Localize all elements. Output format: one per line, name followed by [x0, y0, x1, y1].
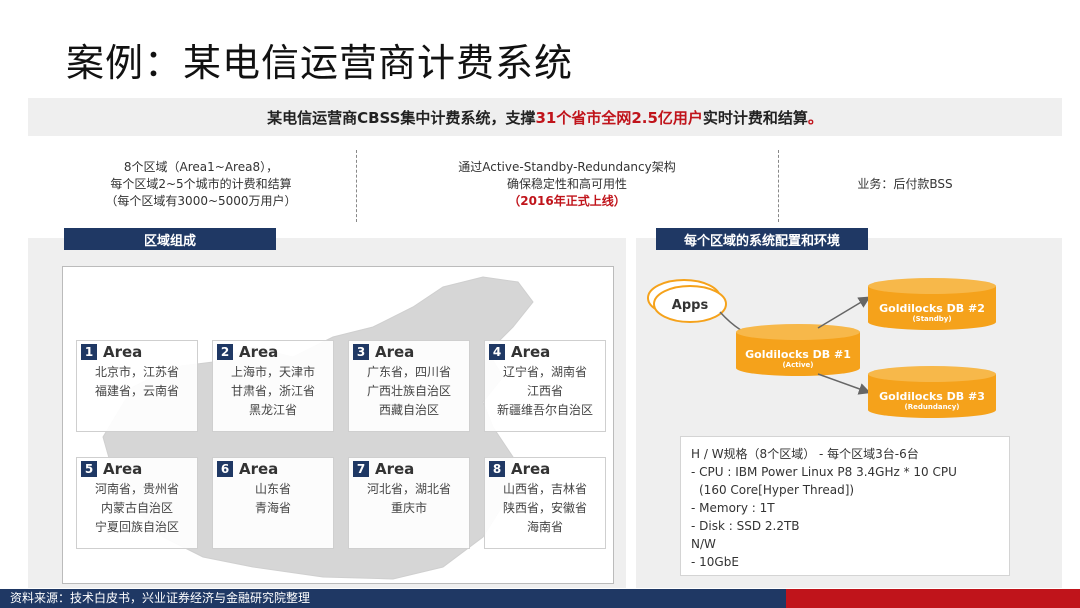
area-province: 青海省: [254, 501, 291, 515]
area-province: 河南省，贵州省: [94, 482, 179, 496]
banner-text-1: 某电信运营商CBSS集中计费系统，支撑: [267, 108, 536, 127]
area-number: 5: [81, 461, 97, 477]
area-province: 甘肃省，浙江省: [230, 384, 315, 398]
area-province: 内蒙古自治区: [100, 501, 173, 515]
area-province: 山西省，吉林省: [502, 482, 587, 496]
spec-line: - Memory : 1T: [691, 501, 775, 515]
area-province: 海南省: [526, 520, 563, 534]
area-card-5: 5 Area 河南省，贵州省 内蒙古自治区 宁夏回族自治区: [76, 457, 198, 549]
area-number: 6: [217, 461, 233, 477]
area-province: 广西壮族自治区: [366, 384, 451, 398]
area-label: Area: [511, 343, 551, 361]
area-province: 福建省，云南省: [94, 384, 179, 398]
spec-line: (160 Core[Hyper Thread]): [699, 483, 855, 497]
source-note: 资料来源：技术白皮书，兴业证券经济与金融研究院整理: [10, 591, 311, 605]
spec-line: - Disk : SSD 2.2TB: [691, 519, 800, 533]
info-business: 业务：后付款BSS: [740, 148, 1070, 220]
area-card-4: 4 Area 辽宁省，湖南省 江西省新疆维吾尔自治区: [484, 340, 606, 432]
area-province: 广东省，四川省: [366, 365, 451, 379]
replication-arrow: [817, 296, 871, 329]
area-card-1: 1 Area 北京市，江苏省 福建省，云南省: [76, 340, 198, 432]
apps-label: Apps: [672, 298, 709, 313]
area-province: 辽宁省，湖南省: [502, 365, 587, 379]
area-province: 上海市，天津市: [230, 365, 315, 379]
banner-text-2: 实时计费和结算: [702, 108, 808, 127]
hardware-spec-box: H / W规格（8个区域） - 每个区域3台-6台 - CPU : IBM Po…: [680, 436, 1010, 576]
spec-line: - CPU : IBM Power Linux P8 3.4GHz * 10 C…: [691, 465, 957, 479]
area-province: 重庆市: [390, 501, 427, 515]
area-number: 4: [489, 344, 505, 360]
info-architecture: 通过Active-Standby-Redundancy架构 确保稳定性和高可用性…: [402, 148, 732, 220]
info-launch-year: （2016年正式上线）: [508, 193, 626, 208]
banner-highlight: 31个省市全网2.5亿用户: [535, 108, 703, 127]
area-number: 2: [217, 344, 233, 360]
info-line: 每个区域2~5个城市的计费和结算: [110, 176, 292, 191]
db-redundancy-node: Goldilocks DB #3 (Redundancy): [868, 366, 996, 418]
area-province: 河北省，湖北省: [366, 482, 451, 496]
area-province: 陕西省，安徽省: [502, 501, 587, 515]
ha-architecture-diagram: Apps Goldilocks DB #1 (Active) Goldilock…: [647, 278, 996, 418]
area-label: Area: [511, 460, 551, 478]
banner-period: 。: [807, 108, 823, 127]
area-number: 7: [353, 461, 369, 477]
info-line: 8个区域（Area1~Area8），: [123, 159, 279, 174]
spec-line: N/W: [691, 537, 716, 551]
area-number: 3: [353, 344, 369, 360]
db1-sublabel: (Active): [782, 361, 813, 369]
db-standby-node: Goldilocks DB #2 (Standby): [868, 278, 996, 330]
info-line: 确保稳定性和高可用性: [506, 176, 627, 191]
db1-label: Goldilocks DB #1: [745, 348, 851, 361]
area-province: 新疆维吾尔自治区: [496, 403, 593, 417]
area-number: 8: [489, 461, 505, 477]
area-number: 1: [81, 344, 97, 360]
replication-arrow: [817, 373, 871, 395]
area-card-8: 8 Area 山西省，吉林省 陕西省，安徽省 海南省: [484, 457, 606, 549]
spec-line: H / W规格（8个区域） - 每个区域3台-6台: [691, 447, 919, 461]
area-province: 北京市，江苏省: [94, 365, 179, 379]
area-card-2: 2 Area 上海市，天津市 甘肃省，浙江省 黑龙江省: [212, 340, 334, 432]
db2-label: Goldilocks DB #2: [879, 302, 985, 315]
area-card-7: 7 Area 河北省，湖北省 重庆市: [348, 457, 470, 549]
area-card-6: 6 Area 山东省青海省: [212, 457, 334, 549]
area-province: 山东省: [254, 482, 291, 496]
db-active-node: Goldilocks DB #1 (Active): [736, 324, 860, 376]
apps-node: Apps: [647, 279, 727, 323]
info-line: 通过Active-Standby-Redundancy架构: [458, 159, 676, 174]
section-header-regions: 区域组成: [64, 228, 276, 250]
area-label: Area: [103, 343, 143, 361]
db3-sublabel: (Redundancy): [905, 403, 960, 411]
area-province: 宁夏回族自治区: [94, 520, 179, 534]
area-province: 西藏自治区: [378, 403, 439, 417]
area-label: Area: [239, 460, 279, 478]
page-title: 案例：某电信运营商计费系统: [66, 41, 574, 85]
db2-sublabel: (Standby): [912, 315, 951, 323]
divider: [356, 150, 357, 222]
db3-label: Goldilocks DB #3: [879, 390, 985, 403]
spec-line: - 10GbE: [691, 555, 739, 569]
area-label: Area: [375, 343, 415, 361]
area-label: Area: [239, 343, 279, 361]
area-label: Area: [375, 460, 415, 478]
area-province: 江西省: [526, 384, 563, 398]
area-card-3: 3 Area 广东省，四川省 广西壮族自治区 西藏自治区: [348, 340, 470, 432]
info-regions: 8个区域（Area1~Area8）， 每个区域2~5个城市的计费和结算 （每个区…: [36, 148, 366, 220]
footer-accent: [786, 589, 1080, 608]
info-line: 业务：后付款BSS: [857, 176, 953, 191]
info-line: （每个区域有3000~5000万用户）: [105, 193, 297, 208]
section-header-config: 每个区域的系统配置和环境: [656, 228, 868, 250]
area-province: 黑龙江省: [248, 403, 297, 417]
summary-banner: 某电信运营商CBSS集中计费系统，支撑 31个省市全网2.5亿用户 实时计费和结…: [28, 98, 1062, 136]
area-label: Area: [103, 460, 143, 478]
